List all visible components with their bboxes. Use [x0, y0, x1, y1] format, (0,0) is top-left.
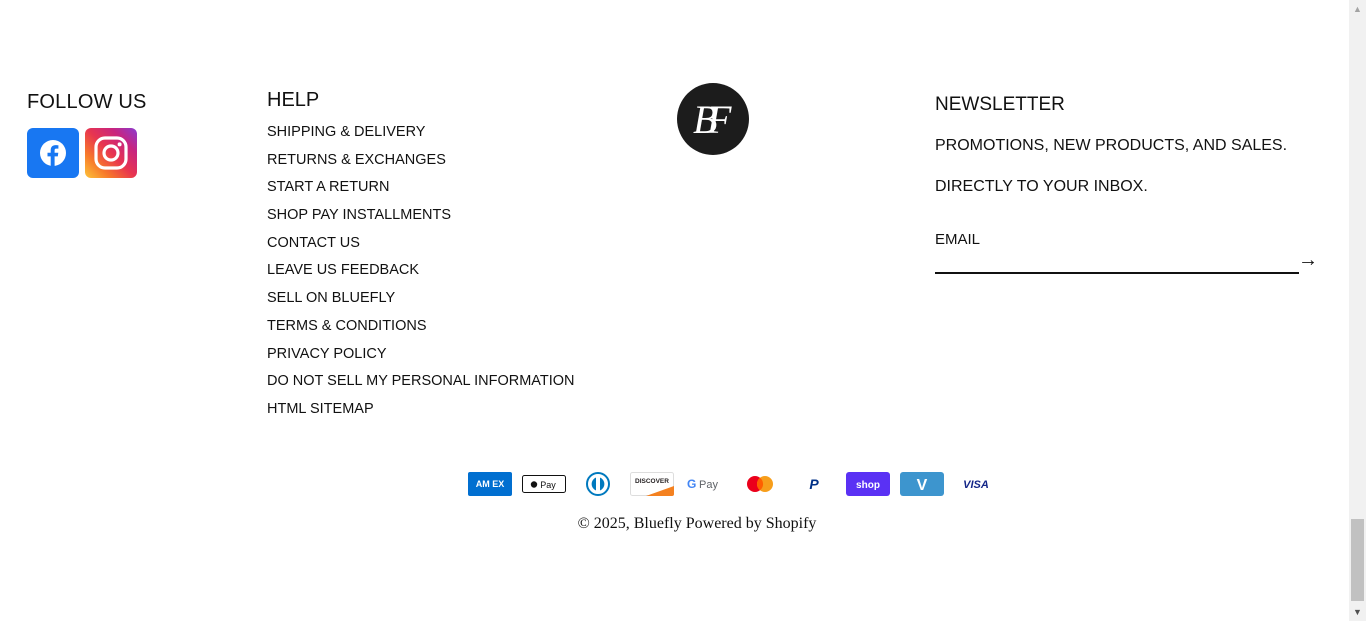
copyright-text: © 2025, Bluefly Powered by Shopify [0, 515, 1366, 533]
svg-text:Pay: Pay [540, 480, 556, 490]
help-list-item: SHIPPING & DELIVERY [267, 122, 575, 150]
returns-exchanges-link[interactable]: RETURNS & EXCHANGES [267, 152, 446, 168]
email-form [935, 228, 1299, 274]
contact-us-link[interactable]: CONTACT US [267, 235, 360, 251]
scroll-up-arrow-icon[interactable]: ▲ [1349, 0, 1366, 17]
newsletter-text-line: DIRECTLY TO YOUR INBOX. [935, 178, 1148, 195]
newsletter-text-line: PROMOTIONS, NEW PRODUCTS, AND SALES. [935, 137, 1288, 154]
newsletter-heading: NEWSLETTER [935, 94, 1065, 115]
privacy-policy-link[interactable]: PRIVACY POLICY [267, 346, 387, 362]
powered-by-shopify-link[interactable]: Powered by Shopify [686, 515, 817, 532]
google-pay-icon: G Pay [683, 472, 729, 496]
bf-monogram-icon: B F [693, 97, 732, 142]
help-list-item: RETURNS & EXCHANGES [267, 150, 575, 178]
copyright-year: © 2025, [577, 515, 630, 532]
scroll-down-arrow-icon[interactable]: ▼ [1349, 603, 1366, 620]
instagram-icon [94, 136, 128, 170]
help-list-item: TERMS & CONDITIONS [267, 316, 575, 344]
paypal-icon: P [791, 472, 837, 496]
help-list-item: SHOP PAY INSTALLMENTS [267, 205, 575, 233]
instagram-link[interactable] [85, 128, 137, 178]
svg-text:AM EX: AM EX [476, 479, 505, 489]
discover-icon: DISCOVER [629, 472, 675, 496]
terms-conditions-link[interactable]: TERMS & CONDITIONS [267, 318, 427, 334]
help-list-item: HTML SITEMAP [267, 399, 575, 427]
help-list-item: CONTACT US [267, 233, 575, 261]
arrow-right-icon: → [1298, 249, 1318, 271]
facebook-link[interactable] [27, 128, 79, 178]
email-input[interactable] [935, 228, 1275, 250]
leave-feedback-link[interactable]: LEAVE US FEEDBACK [267, 262, 419, 278]
shop-pay-icon: shop [845, 472, 891, 496]
svg-text:shop: shop [856, 480, 880, 491]
bluefly-brand-link[interactable]: Bluefly [634, 515, 682, 532]
help-list-item: LEAVE US FEEDBACK [267, 260, 575, 288]
facebook-icon [40, 140, 66, 166]
svg-text:P: P [809, 476, 819, 492]
svg-text:DISCOVER: DISCOVER [635, 478, 669, 485]
help-links-list: SHIPPING & DELIVERY RETURNS & EXCHANGES … [267, 122, 575, 427]
follow-us-heading: FOLLOW US [27, 91, 147, 113]
svg-text:V: V [917, 477, 928, 494]
html-sitemap-link[interactable]: HTML SITEMAP [267, 401, 374, 417]
svg-text:G: G [687, 477, 696, 491]
payment-icons: AM EX Pay DISCOVER G Pay P shop V VISA [467, 472, 999, 496]
start-return-link[interactable]: START A RETURN [267, 179, 389, 195]
svg-text:Pay: Pay [699, 479, 718, 491]
sell-on-bluefly-link[interactable]: SELL ON BLUEFLY [267, 290, 395, 306]
visa-icon: VISA [953, 472, 999, 496]
mastercard-icon [737, 472, 783, 496]
shop-pay-installments-link[interactable]: SHOP PAY INSTALLMENTS [267, 207, 451, 223]
help-list-item: START A RETURN [267, 177, 575, 205]
svg-text:VISA: VISA [963, 479, 989, 491]
scrollbar-thumb[interactable] [1351, 519, 1364, 601]
bluefly-logo[interactable]: B F [677, 83, 749, 155]
amex-icon: AM EX [467, 472, 513, 496]
help-list-item: SELL ON BLUEFLY [267, 288, 575, 316]
help-list-item: PRIVACY POLICY [267, 344, 575, 372]
diners-club-icon [575, 472, 621, 496]
help-heading: HELP [267, 89, 320, 111]
shipping-delivery-link[interactable]: SHIPPING & DELIVERY [267, 124, 425, 140]
svg-text:F: F [706, 97, 732, 142]
venmo-icon: V [899, 472, 945, 496]
apple-pay-icon: Pay [521, 472, 567, 496]
do-not-sell-link[interactable]: DO NOT SELL MY PERSONAL INFORMATION [267, 373, 575, 389]
newsletter-submit-button[interactable]: → [1298, 248, 1318, 272]
help-list-item: DO NOT SELL MY PERSONAL INFORMATION [267, 371, 575, 399]
